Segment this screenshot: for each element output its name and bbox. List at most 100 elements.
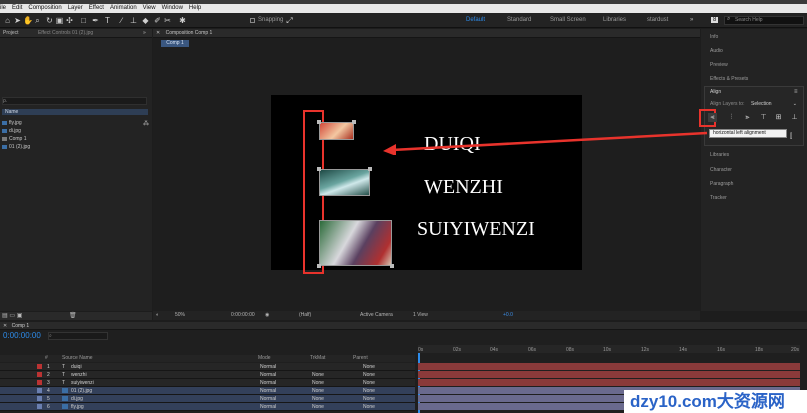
text-layer-suiyiwenzi[interactable]: SUIYIWENZI bbox=[417, 218, 535, 241]
layer-mode[interactable]: Normal bbox=[260, 371, 276, 379]
panel-libraries[interactable]: Libraries bbox=[710, 152, 729, 158]
label-color[interactable] bbox=[37, 396, 42, 401]
text-layer-wenzhi[interactable]: WENZHI bbox=[424, 176, 503, 199]
project-flow-icon[interactable]: ⁂ bbox=[143, 120, 149, 127]
menu-window[interactable]: Window bbox=[162, 4, 183, 13]
layer-name[interactable]: fly.jpg bbox=[71, 403, 84, 411]
align-right-icon[interactable]: ⫸ bbox=[743, 113, 752, 122]
type-tool-icon[interactable]: T bbox=[103, 16, 112, 25]
panel-tracker[interactable]: Tracker bbox=[710, 195, 727, 201]
layer-parent[interactable]: None bbox=[363, 387, 375, 395]
always-preview-icon[interactable]: ◐ bbox=[156, 311, 159, 320]
layer-duration-bar[interactable] bbox=[418, 379, 800, 386]
layer-mode[interactable]: Normal bbox=[260, 395, 276, 403]
rectangle-tool-icon[interactable]: □ bbox=[79, 16, 88, 25]
pen-tool-icon[interactable]: ✒ bbox=[91, 16, 100, 25]
resolution-select[interactable]: (Half) bbox=[299, 311, 311, 320]
layer-mode[interactable]: Normal bbox=[260, 379, 276, 387]
pan-behind-tool-icon[interactable]: ✣ bbox=[65, 16, 74, 25]
workspace-libraries[interactable]: Libraries bbox=[603, 17, 626, 23]
menu-composition[interactable]: Composition bbox=[28, 4, 61, 13]
layer-duration-bar[interactable] bbox=[418, 371, 800, 378]
project-item[interactable]: fly.jpg bbox=[2, 120, 22, 127]
layer-name[interactable]: suiyiwenzi bbox=[71, 379, 94, 387]
snapping-checkbox[interactable] bbox=[250, 18, 255, 23]
panel-audio[interactable]: Audio bbox=[710, 48, 723, 54]
camera-select[interactable]: Active Camera bbox=[360, 311, 393, 320]
layer-parent[interactable]: None bbox=[363, 403, 375, 411]
timeline-layer-row-selected[interactable]: 4 01 (2).jpg Normal None None bbox=[0, 387, 415, 395]
layer-di-image[interactable] bbox=[319, 169, 370, 196]
layer-01-2-image[interactable] bbox=[319, 220, 392, 266]
align-horizontal-center-icon[interactable]: ⫶ bbox=[727, 113, 736, 122]
layer-trkmat[interactable]: None bbox=[312, 403, 324, 411]
menu-view[interactable]: View bbox=[143, 4, 156, 13]
composition-canvas[interactable]: DUIQI WENZHI SUIYIWENZI bbox=[271, 95, 582, 274]
timeline-layer-row[interactable]: 3 T suiyiwenzi Normal None None bbox=[0, 379, 415, 387]
layer-trkmat[interactable]: None bbox=[312, 387, 324, 395]
eraser-tool-icon[interactable]: ◆ bbox=[141, 16, 150, 25]
transform-handle[interactable] bbox=[390, 264, 394, 268]
rotate-tool-icon[interactable]: ↻ bbox=[45, 16, 54, 25]
timeline-timecode[interactable]: 0:00:00:00 bbox=[3, 331, 41, 340]
transform-handle[interactable] bbox=[352, 120, 356, 124]
panel-close-icon[interactable]: ✕ bbox=[3, 323, 7, 329]
layer-mode[interactable]: Normal bbox=[260, 387, 276, 395]
align-vertical-center-icon[interactable]: ⊞ bbox=[774, 113, 783, 122]
layer-name[interactable]: di.jpg bbox=[71, 395, 83, 403]
align-left-icon[interactable]: ⫷ bbox=[708, 113, 717, 122]
layer-name[interactable]: duiqi bbox=[71, 363, 82, 371]
roto-tool-icon[interactable]: ✐ bbox=[153, 16, 162, 25]
menu-edit[interactable]: Edit bbox=[12, 4, 22, 13]
new-comp-icon[interactable]: ▣ bbox=[17, 313, 23, 319]
magnification-select[interactable]: 50% bbox=[175, 311, 185, 320]
timeline-layer-row-selected[interactable]: 5 di.jpg Normal None None bbox=[0, 395, 415, 403]
transform-handle[interactable] bbox=[317, 264, 321, 268]
workspace-small-screen[interactable]: Small Screen bbox=[550, 17, 586, 23]
new-folder-icon[interactable]: ▭ bbox=[9, 313, 15, 319]
layer-parent[interactable]: None bbox=[363, 371, 375, 379]
timeline-search-input[interactable]: ⌕ bbox=[48, 332, 108, 340]
panel-menu-icon[interactable]: ≡ bbox=[794, 89, 798, 95]
label-color[interactable] bbox=[37, 364, 42, 369]
trash-icon[interactable]: 🗑 bbox=[69, 313, 77, 319]
workspace-stardust[interactable]: stardust bbox=[647, 17, 668, 23]
align-top-icon[interactable]: ⊤ bbox=[759, 113, 768, 122]
selection-tool-icon[interactable]: ➤ bbox=[13, 16, 22, 25]
layer-mode[interactable]: Normal bbox=[260, 363, 276, 371]
search-help-input[interactable]: Search Help bbox=[724, 16, 804, 25]
layer-trkmat[interactable]: None bbox=[312, 379, 324, 387]
timecode-display[interactable]: 0:00:00:00 bbox=[231, 311, 255, 320]
label-color[interactable] bbox=[37, 404, 42, 409]
panel-info[interactable]: Info bbox=[710, 34, 718, 40]
zoom-tool-icon[interactable]: ⌕ bbox=[33, 16, 42, 25]
project-column-name[interactable]: Name bbox=[2, 109, 148, 115]
layer-mode[interactable]: Normal bbox=[260, 403, 276, 411]
layer-name[interactable]: wenzhi bbox=[71, 371, 87, 379]
menu-layer[interactable]: Layer bbox=[68, 4, 83, 13]
pin-tool-icon[interactable]: ✱ bbox=[178, 16, 187, 25]
snapshot-icon[interactable]: ◉ bbox=[265, 311, 269, 320]
transform-handle[interactable] bbox=[317, 120, 321, 124]
tab-project[interactable]: Project bbox=[3, 30, 19, 36]
menu-help[interactable]: Help bbox=[189, 4, 201, 13]
puppet-tool-icon[interactable]: ✂ bbox=[163, 16, 172, 25]
panel-overflow-icon[interactable]: » bbox=[143, 29, 146, 38]
workspace-standard[interactable]: Standard bbox=[507, 17, 531, 23]
panel-paragraph[interactable]: Paragraph bbox=[710, 181, 733, 187]
layer-parent[interactable]: None bbox=[363, 363, 375, 371]
layer-parent[interactable]: None bbox=[363, 395, 375, 403]
brush-tool-icon[interactable]: ∕ bbox=[117, 16, 126, 25]
panel-preview[interactable]: Preview bbox=[710, 62, 728, 68]
comp-1-tab[interactable]: Comp 1 bbox=[161, 40, 189, 47]
tab-composition[interactable]: Composition Comp 1 bbox=[166, 30, 213, 36]
align-to-select[interactable]: Selection ⌄ bbox=[751, 100, 797, 108]
menu-animation[interactable]: Animation bbox=[110, 4, 137, 13]
menu-file[interactable]: ile bbox=[0, 4, 6, 13]
camera-tool-icon[interactable]: ▣ bbox=[55, 16, 64, 25]
label-color[interactable] bbox=[37, 372, 42, 377]
layer-name[interactable]: 01 (2).jpg bbox=[71, 387, 92, 395]
menu-effect[interactable]: Effect bbox=[89, 4, 104, 13]
project-item[interactable]: di.jpg bbox=[2, 128, 21, 135]
timeline-layer-row[interactable]: 2 T wenzhi Normal None None bbox=[0, 371, 415, 379]
